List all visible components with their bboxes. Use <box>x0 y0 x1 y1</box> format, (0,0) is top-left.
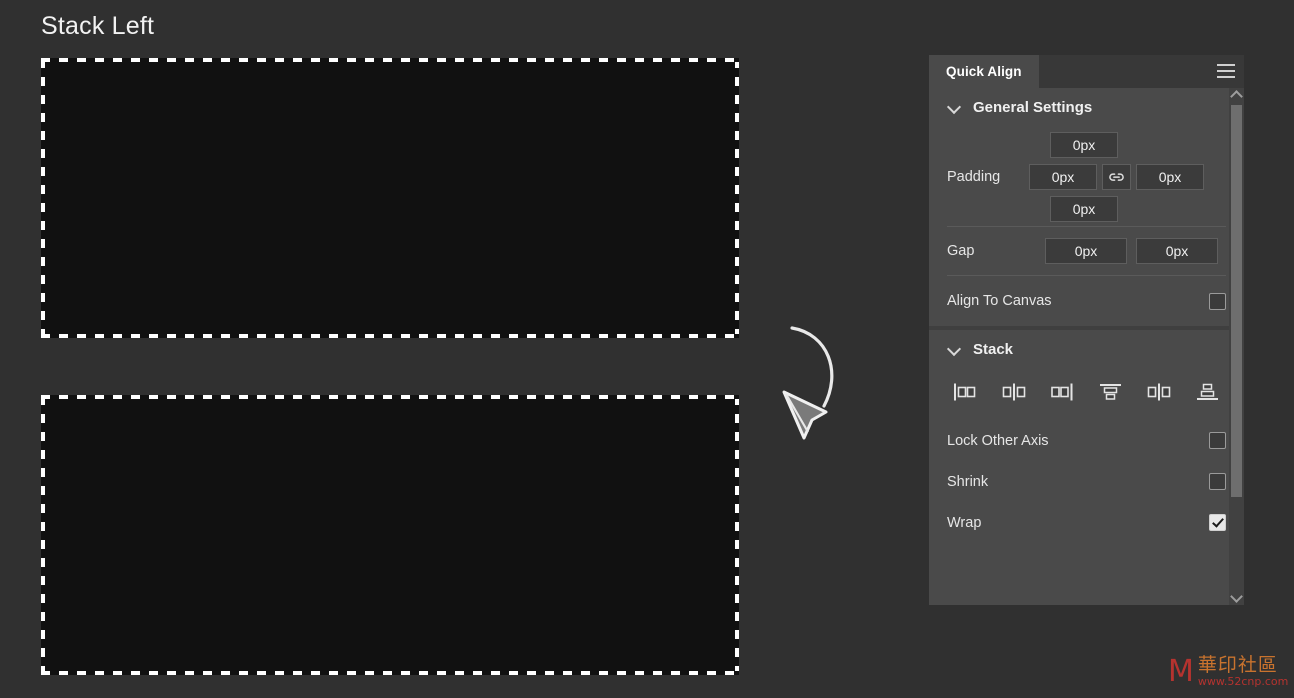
watermark-text: 華印社區 <box>1197 653 1278 676</box>
watermark-logo: M <box>1168 654 1194 689</box>
magenta-square[interactable] <box>429 430 520 522</box>
padding-top-row: 0px <box>929 132 1244 158</box>
stack-bottom-icon[interactable] <box>1190 378 1226 406</box>
general-settings-header[interactable]: General Settings <box>929 88 1244 126</box>
quick-align-panel: Quick Align General Settings 0px Padding… <box>929 55 1244 605</box>
padding-link-toggle[interactable] <box>1102 164 1131 190</box>
general-settings-title: General Settings <box>973 98 1093 116</box>
watermark: M 華印社區 www.52cnp.com <box>1168 650 1288 694</box>
wrap-label: Wrap <box>947 514 982 531</box>
stack-center-horizontal-icon[interactable] <box>996 378 1032 406</box>
stack-top-icon[interactable] <box>1093 378 1129 406</box>
purple-square[interactable] <box>547 430 638 522</box>
stack-buttons <box>929 368 1244 420</box>
wrap-checkbox[interactable] <box>1209 514 1226 531</box>
watermark-url: www.52cnp.com <box>1197 674 1289 688</box>
padding-control-group: 0px Padding 0px 0px 0px <box>929 126 1244 226</box>
lock-other-axis-checkbox[interactable] <box>1209 432 1226 449</box>
shrink-label: Shrink <box>947 473 989 490</box>
padding-bottom-input[interactable]: 0px <box>1050 196 1118 222</box>
panel-body: General Settings 0px Padding 0px 0px 0px… <box>929 88 1244 605</box>
gap-vertical-input[interactable]: 0px <box>1136 238 1218 264</box>
gap-horizontal-input[interactable]: 0px <box>1045 238 1127 264</box>
orange-square[interactable] <box>75 430 166 522</box>
salmon-square[interactable] <box>201 92 292 180</box>
wrap-row[interactable]: Wrap <box>929 502 1244 543</box>
shrink-row[interactable]: Shrink <box>929 461 1244 502</box>
align-to-canvas-row[interactable]: Align To Canvas <box>929 276 1244 326</box>
chain-link-icon <box>1109 172 1124 181</box>
flow-arrow <box>762 320 882 460</box>
teal-square[interactable] <box>75 548 166 640</box>
gap-row: Gap 0px 0px <box>929 227 1244 275</box>
stack-left-icon[interactable] <box>947 378 983 406</box>
green-square[interactable] <box>193 548 284 640</box>
after-canvas-shapes <box>45 399 735 671</box>
magenta-square[interactable] <box>358 138 450 230</box>
stack-title: Stack <box>973 340 1014 358</box>
padding-left-input[interactable]: 0px <box>1029 164 1097 190</box>
general-settings-section: General Settings 0px Padding 0px 0px 0px… <box>929 88 1244 326</box>
padding-top-input[interactable]: 0px <box>1050 132 1118 158</box>
padding-bottom-row: 0px <box>929 196 1244 222</box>
chevron-up-icon <box>1230 90 1243 103</box>
crimson-square[interactable] <box>250 214 342 304</box>
shrink-checkbox[interactable] <box>1209 473 1226 490</box>
panel-scrollbar[interactable] <box>1229 88 1244 605</box>
chevron-down-icon <box>1230 590 1243 603</box>
padding-right-input[interactable]: 0px <box>1136 164 1204 190</box>
scroll-down-button[interactable] <box>1229 590 1244 605</box>
scrollbar-thumb[interactable] <box>1231 105 1242 497</box>
align-to-canvas-checkbox[interactable] <box>1209 292 1226 310</box>
chevron-down-icon <box>947 99 963 115</box>
stack-header[interactable]: Stack <box>929 330 1244 368</box>
before-canvas[interactable] <box>41 58 739 338</box>
salmon-square[interactable] <box>193 430 284 522</box>
tab-quick-align[interactable]: Quick Align <box>929 55 1039 88</box>
padding-middle-row: Padding 0px 0px <box>929 164 1244 190</box>
panel-tab-bar: Quick Align <box>929 55 1244 88</box>
gap-label: Gap <box>947 243 975 259</box>
lock-other-axis-row[interactable]: Lock Other Axis <box>929 420 1244 461</box>
green-square[interactable] <box>645 122 735 215</box>
lock-other-axis-label: Lock Other Axis <box>947 432 1049 449</box>
padding-label: Padding <box>947 169 1001 185</box>
stack-right-icon[interactable] <box>1044 378 1080 406</box>
align-to-canvas-label: Align To Canvas <box>947 293 1052 309</box>
page-title: Stack Left <box>41 12 155 40</box>
chevron-down-icon <box>947 341 963 357</box>
after-canvas[interactable] <box>41 395 739 675</box>
stack-center-vertical-icon[interactable] <box>1141 378 1177 406</box>
crimson-square[interactable] <box>311 430 402 522</box>
scroll-up-button[interactable] <box>1229 88 1244 103</box>
teal-square[interactable] <box>533 136 625 228</box>
hamburger-menu-icon[interactable] <box>1217 64 1235 78</box>
before-canvas-shapes <box>45 62 735 334</box>
stack-section: Stack Lock Other Axis Shrink Wrap <box>929 330 1244 543</box>
orange-square[interactable] <box>79 191 168 279</box>
screen: Stack Left Quick Align General Settings … <box>0 0 1294 698</box>
